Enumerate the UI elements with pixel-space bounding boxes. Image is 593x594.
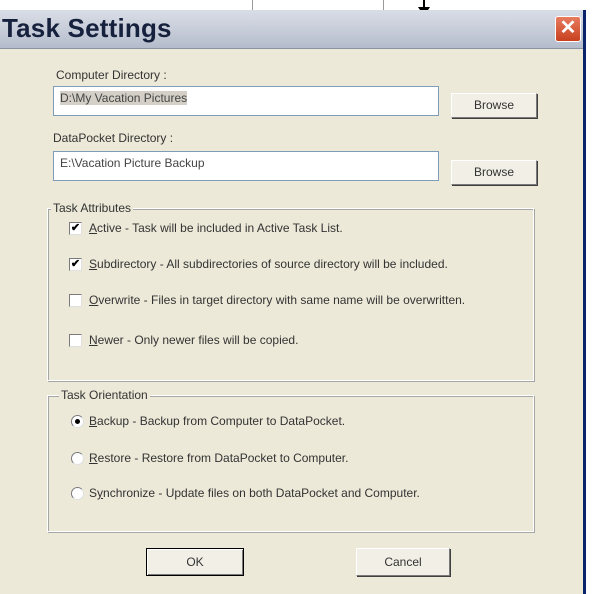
task-attributes-legend: Task Attributes: [51, 201, 134, 215]
overwrite-option-label[interactable]: Overwrite - Files in target directory wi…: [89, 293, 465, 307]
subdirectory-option-label[interactable]: Subdirectory - All subdirectories of sou…: [89, 257, 448, 271]
datapocket-directory-label: DataPocket Directory :: [53, 131, 174, 145]
task-orientation-legend: Task Orientation: [59, 388, 150, 402]
radio-selected-dot: [75, 419, 80, 424]
overwrite-checkbox[interactable]: [69, 294, 82, 307]
close-icon[interactable]: ✕: [555, 16, 581, 42]
newer-checkbox[interactable]: [69, 334, 82, 347]
restore-option-label[interactable]: Restore - Restore from DataPocket to Com…: [89, 451, 348, 465]
check-mark-icon: ✔: [70, 222, 81, 234]
datapocket-browse-button[interactable]: Browse: [451, 160, 537, 185]
subdirectory-checkbox[interactable]: ✔: [69, 258, 82, 271]
task-settings-dialog: Task Settings ✕ Computer Directory : D:\…: [0, 10, 586, 594]
ok-button[interactable]: OK: [146, 548, 244, 576]
datapocket-directory-input[interactable]: E:\Vacation Picture Backup: [53, 151, 439, 181]
cancel-button[interactable]: Cancel: [356, 548, 450, 576]
newer-option-label[interactable]: Newer - Only newer files will be copied.: [89, 333, 298, 347]
synchronize-radio[interactable]: [71, 487, 84, 500]
dialog-title: Task Settings: [2, 13, 172, 43]
title-bar[interactable]: Task Settings ✕: [0, 10, 583, 49]
computer-directory-input[interactable]: D:\My Vacation Pictures: [53, 86, 439, 116]
check-mark-icon: ✔: [70, 258, 81, 270]
computer-browse-button[interactable]: Browse: [451, 93, 537, 118]
synchronize-option-label[interactable]: Synchronize - Update files on both DataP…: [89, 486, 420, 500]
restore-radio[interactable]: [71, 452, 84, 465]
backup-radio[interactable]: [71, 415, 84, 428]
active-checkbox[interactable]: ✔: [69, 222, 82, 235]
computer-directory-value: D:\My Vacation Pictures: [60, 91, 188, 105]
active-option-label[interactable]: Active - Task will be included in Active…: [89, 221, 343, 235]
backup-option-label[interactable]: Backup - Backup from Computer to DataPoc…: [89, 414, 345, 428]
computer-directory-label: Computer Directory :: [56, 68, 167, 82]
datapocket-directory-value: E:\Vacation Picture Backup: [60, 156, 205, 170]
